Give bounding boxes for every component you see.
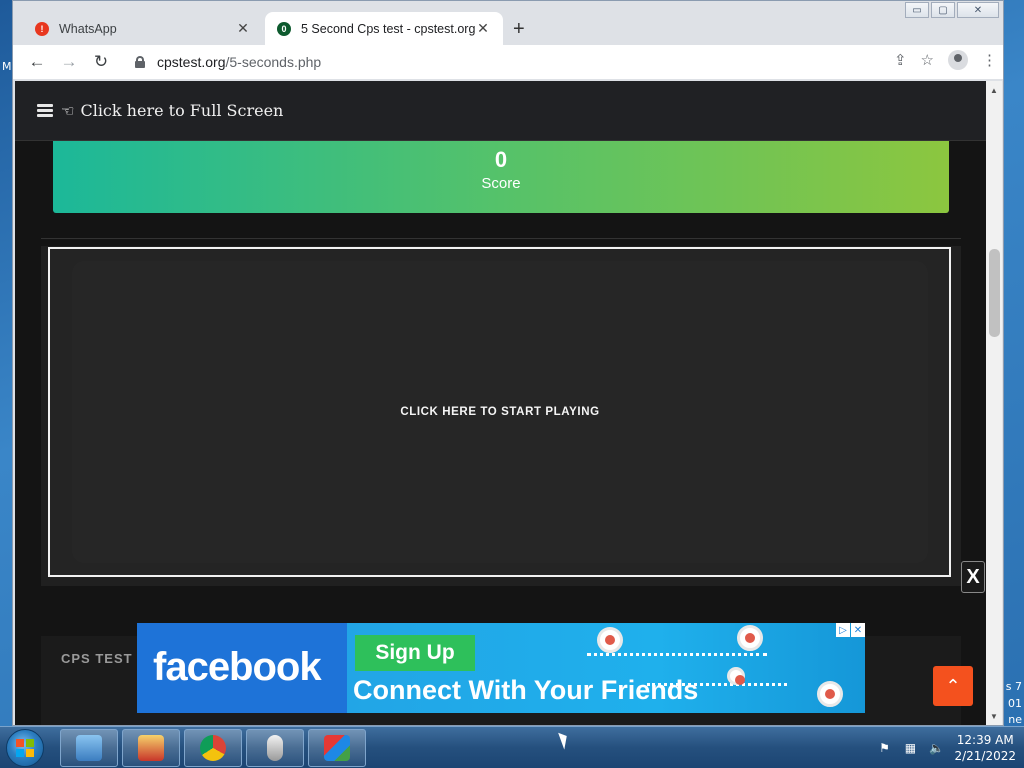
scroll-thumb[interactable]: [989, 249, 1000, 337]
windows-logo-icon: [16, 739, 34, 757]
avatar-pin-icon: [737, 625, 763, 651]
scroll-to-top-button[interactable]: ⌃: [933, 666, 973, 706]
tab-close-icon[interactable]: ✕: [475, 20, 491, 37]
adchoices-icon[interactable]: ▷: [836, 623, 850, 637]
clock-date: 2/21/2022: [954, 749, 1016, 763]
score-panel: 0 Score: [53, 141, 949, 213]
click-play-area[interactable]: CLICK HERE TO START PLAYING: [48, 247, 951, 577]
heart-reaction-icon: [727, 667, 745, 685]
lock-icon: [135, 56, 145, 68]
ad-connection-line: [587, 653, 767, 656]
close-ad-button[interactable]: X: [961, 561, 985, 593]
url-path: /5-seconds.php: [225, 54, 322, 70]
page-scrollbar[interactable]: ▲ ▼: [986, 81, 1002, 725]
tab-cpstest[interactable]: 0 5 Second Cps test - cpstest.org ✕: [265, 12, 503, 45]
ad-signup-button[interactable]: Sign Up: [355, 635, 475, 671]
taskbar: ⚑ ▦ 🔈 12:39 AM 2/21/2022: [0, 726, 1024, 768]
tab-strip: ! WhatsApp ✕ 0 5 Second Cps test - cpste…: [13, 9, 1003, 45]
share-icon[interactable]: ⇪: [894, 51, 907, 69]
network-icon[interactable]: ▦: [902, 741, 918, 755]
solitaire-icon: [138, 735, 164, 761]
whatsapp-icon: !: [35, 21, 49, 36]
double-chevron-up-icon: ⌃: [945, 675, 961, 696]
browser-toolbar: ← → ↻ cpstest.org/5-seconds.php ⇪ ☆ ⋮: [13, 45, 1003, 79]
computer-icon: [76, 735, 102, 761]
toolbar-actions: ⇪ ☆ ⋮: [894, 50, 997, 70]
tab-close-icon[interactable]: ✕: [235, 20, 251, 37]
reload-icon[interactable]: ↻: [85, 52, 117, 72]
action-center-flag-icon[interactable]: ⚑: [876, 741, 892, 755]
play-frame: CLICK HERE TO START PLAYING: [41, 246, 961, 586]
taskbar-app[interactable]: [122, 729, 180, 767]
tab-title: 5 Second Cps test - cpstest.org: [301, 21, 475, 36]
new-tab-button[interactable]: +: [513, 18, 525, 41]
desktop-text: M: [2, 60, 12, 73]
volume-icon[interactable]: 🔈: [928, 741, 944, 755]
start-playing-label: CLICK HERE TO START PLAYING: [400, 406, 600, 418]
hamburger-menu-icon[interactable]: [37, 104, 53, 117]
scroll-down-arrow-icon[interactable]: ▼: [986, 709, 1002, 723]
pointing-hand-icon: ☜: [61, 102, 75, 120]
play-inner-panel[interactable]: CLICK HERE TO START PLAYING: [72, 261, 928, 563]
ad-choices[interactable]: ▷ ✕: [836, 623, 865, 637]
section-divider: [41, 238, 961, 239]
score-label: Score: [481, 175, 521, 192]
ad-tagline: Connect With Your Friends: [353, 675, 699, 705]
ad-brand-logo: facebook: [153, 645, 322, 689]
desktop-text: ne: [1008, 713, 1022, 726]
facebook-ad-banner[interactable]: facebook Sign Up Connect With Your Frien…: [137, 623, 865, 713]
back-arrow-icon[interactable]: ←: [21, 52, 53, 72]
fullscreen-link[interactable]: Click here to Full Screen: [80, 101, 283, 120]
score-value: 0: [494, 147, 508, 172]
desktop-text: s 7: [1005, 680, 1022, 693]
forward-arrow-icon[interactable]: →: [53, 52, 85, 72]
paint-icon: [324, 735, 350, 761]
ad-close-icon[interactable]: ✕: [851, 623, 865, 637]
browser-window: ▭ ▢ ✕ ! WhatsApp ✕ 0 5 Second Cps test -…: [12, 0, 1004, 726]
taskbar-app[interactable]: [60, 729, 118, 767]
start-button[interactable]: [6, 729, 44, 767]
cpstest-icon: 0: [277, 21, 291, 36]
section-title: CPS TEST: [61, 651, 133, 666]
system-tray: ⚑ ▦ 🔈 12:39 AM 2/21/2022: [876, 729, 1016, 767]
site-header: ☜ Click here to Full Screen: [15, 81, 987, 141]
menu-kebab-icon[interactable]: ⋮: [982, 51, 997, 69]
bookmark-star-icon[interactable]: ☆: [921, 51, 934, 69]
address-bar[interactable]: cpstest.org/5-seconds.php: [125, 48, 939, 76]
clock-time: 12:39 AM: [956, 733, 1014, 747]
profile-avatar-icon[interactable]: [948, 50, 968, 70]
mouse-icon: [267, 735, 283, 761]
tab-title: WhatsApp: [59, 21, 117, 36]
desktop-text: 01: [1008, 697, 1022, 710]
page-viewport: ☜ Click here to Full Screen 0 Score CLIC…: [15, 81, 987, 725]
taskbar-app[interactable]: [246, 729, 304, 767]
taskbar-app[interactable]: [308, 729, 366, 767]
taskbar-app[interactable]: [184, 729, 242, 767]
scroll-up-arrow-icon[interactable]: ▲: [986, 83, 1002, 97]
url-host: cpstest.org: [157, 54, 226, 70]
avatar-pin-icon: [597, 627, 623, 653]
tab-whatsapp[interactable]: ! WhatsApp ✕: [23, 12, 263, 45]
chrome-icon: [200, 735, 226, 761]
avatar-pin-icon: [817, 681, 843, 707]
system-clock[interactable]: 12:39 AM 2/21/2022: [954, 732, 1016, 764]
